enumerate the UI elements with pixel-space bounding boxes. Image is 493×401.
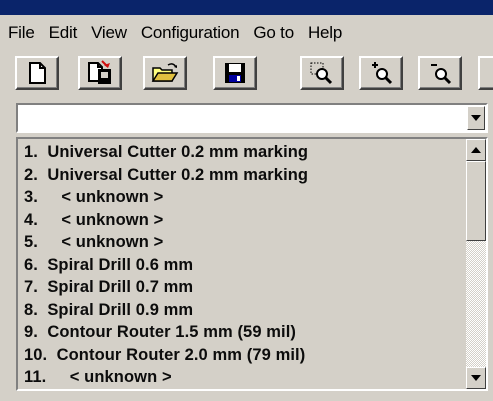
scrollbar-thumb[interactable] bbox=[466, 161, 486, 241]
menu-goto[interactable]: Go to bbox=[247, 23, 302, 43]
list-item[interactable]: 2. Universal Cutter 0.2 mm marking bbox=[20, 164, 466, 187]
list-item[interactable]: 3. < unknown > bbox=[20, 186, 466, 209]
zoom-out-icon bbox=[431, 64, 452, 85]
open-folder-icon bbox=[151, 63, 179, 82]
new-document-icon bbox=[29, 62, 46, 84]
zoom-window-button[interactable] bbox=[300, 56, 344, 90]
scroll-up-button[interactable] bbox=[466, 139, 486, 161]
zoom-out-button[interactable] bbox=[418, 56, 462, 90]
scroll-down-button[interactable] bbox=[466, 367, 486, 389]
toolbar bbox=[0, 51, 493, 97]
list-item[interactable]: 1. Universal Cutter 0.2 mm marking bbox=[20, 141, 466, 164]
save-disk-icon bbox=[225, 63, 245, 83]
zoom-window-icon bbox=[310, 62, 333, 85]
new-button[interactable] bbox=[15, 56, 59, 90]
arrow-up-icon bbox=[471, 147, 481, 153]
menu-view[interactable]: View bbox=[85, 23, 135, 43]
new-from-template-button[interactable] bbox=[78, 56, 122, 90]
list-item[interactable]: 10. Contour Router 2.0 mm (79 mil) bbox=[20, 344, 466, 367]
zoom-in-button[interactable] bbox=[359, 56, 403, 90]
menu-edit[interactable]: Edit bbox=[43, 23, 86, 43]
menu-bar: File Edit View Configuration Go to Help bbox=[0, 15, 493, 51]
zoom-in-icon bbox=[372, 62, 393, 85]
list-item[interactable]: 8. Spiral Drill 0.9 mm bbox=[20, 299, 466, 322]
combo-dropdown-button[interactable] bbox=[467, 106, 485, 130]
chevron-down-icon bbox=[471, 115, 481, 121]
open-button[interactable] bbox=[143, 56, 187, 90]
list-item[interactable]: 9. Contour Router 1.5 mm (59 mil) bbox=[20, 321, 466, 344]
save-button[interactable] bbox=[213, 56, 257, 90]
list-item[interactable]: 7. Spiral Drill 0.7 mm bbox=[20, 276, 466, 299]
list-item[interactable]: 6. Spiral Drill 0.6 mm bbox=[20, 254, 466, 277]
menu-help[interactable]: Help bbox=[302, 23, 350, 43]
list-item[interactable]: 4. < unknown > bbox=[20, 209, 466, 232]
list-item[interactable]: 11. < unknown > bbox=[20, 366, 466, 389]
toolbar-button-partial[interactable] bbox=[478, 56, 493, 90]
tool-combo-box[interactable] bbox=[16, 103, 488, 133]
menu-file[interactable]: File bbox=[0, 23, 43, 43]
tool-list[interactable]: 1. Universal Cutter 0.2 mm marking 2. Un… bbox=[16, 137, 488, 391]
arrow-down-icon bbox=[471, 375, 481, 381]
new-document-with-tool-icon bbox=[88, 60, 111, 84]
list-item[interactable]: 5. < unknown > bbox=[20, 231, 466, 254]
vertical-scrollbar[interactable] bbox=[466, 139, 486, 389]
menu-configuration[interactable]: Configuration bbox=[135, 23, 248, 43]
window-title-strip bbox=[0, 0, 493, 15]
